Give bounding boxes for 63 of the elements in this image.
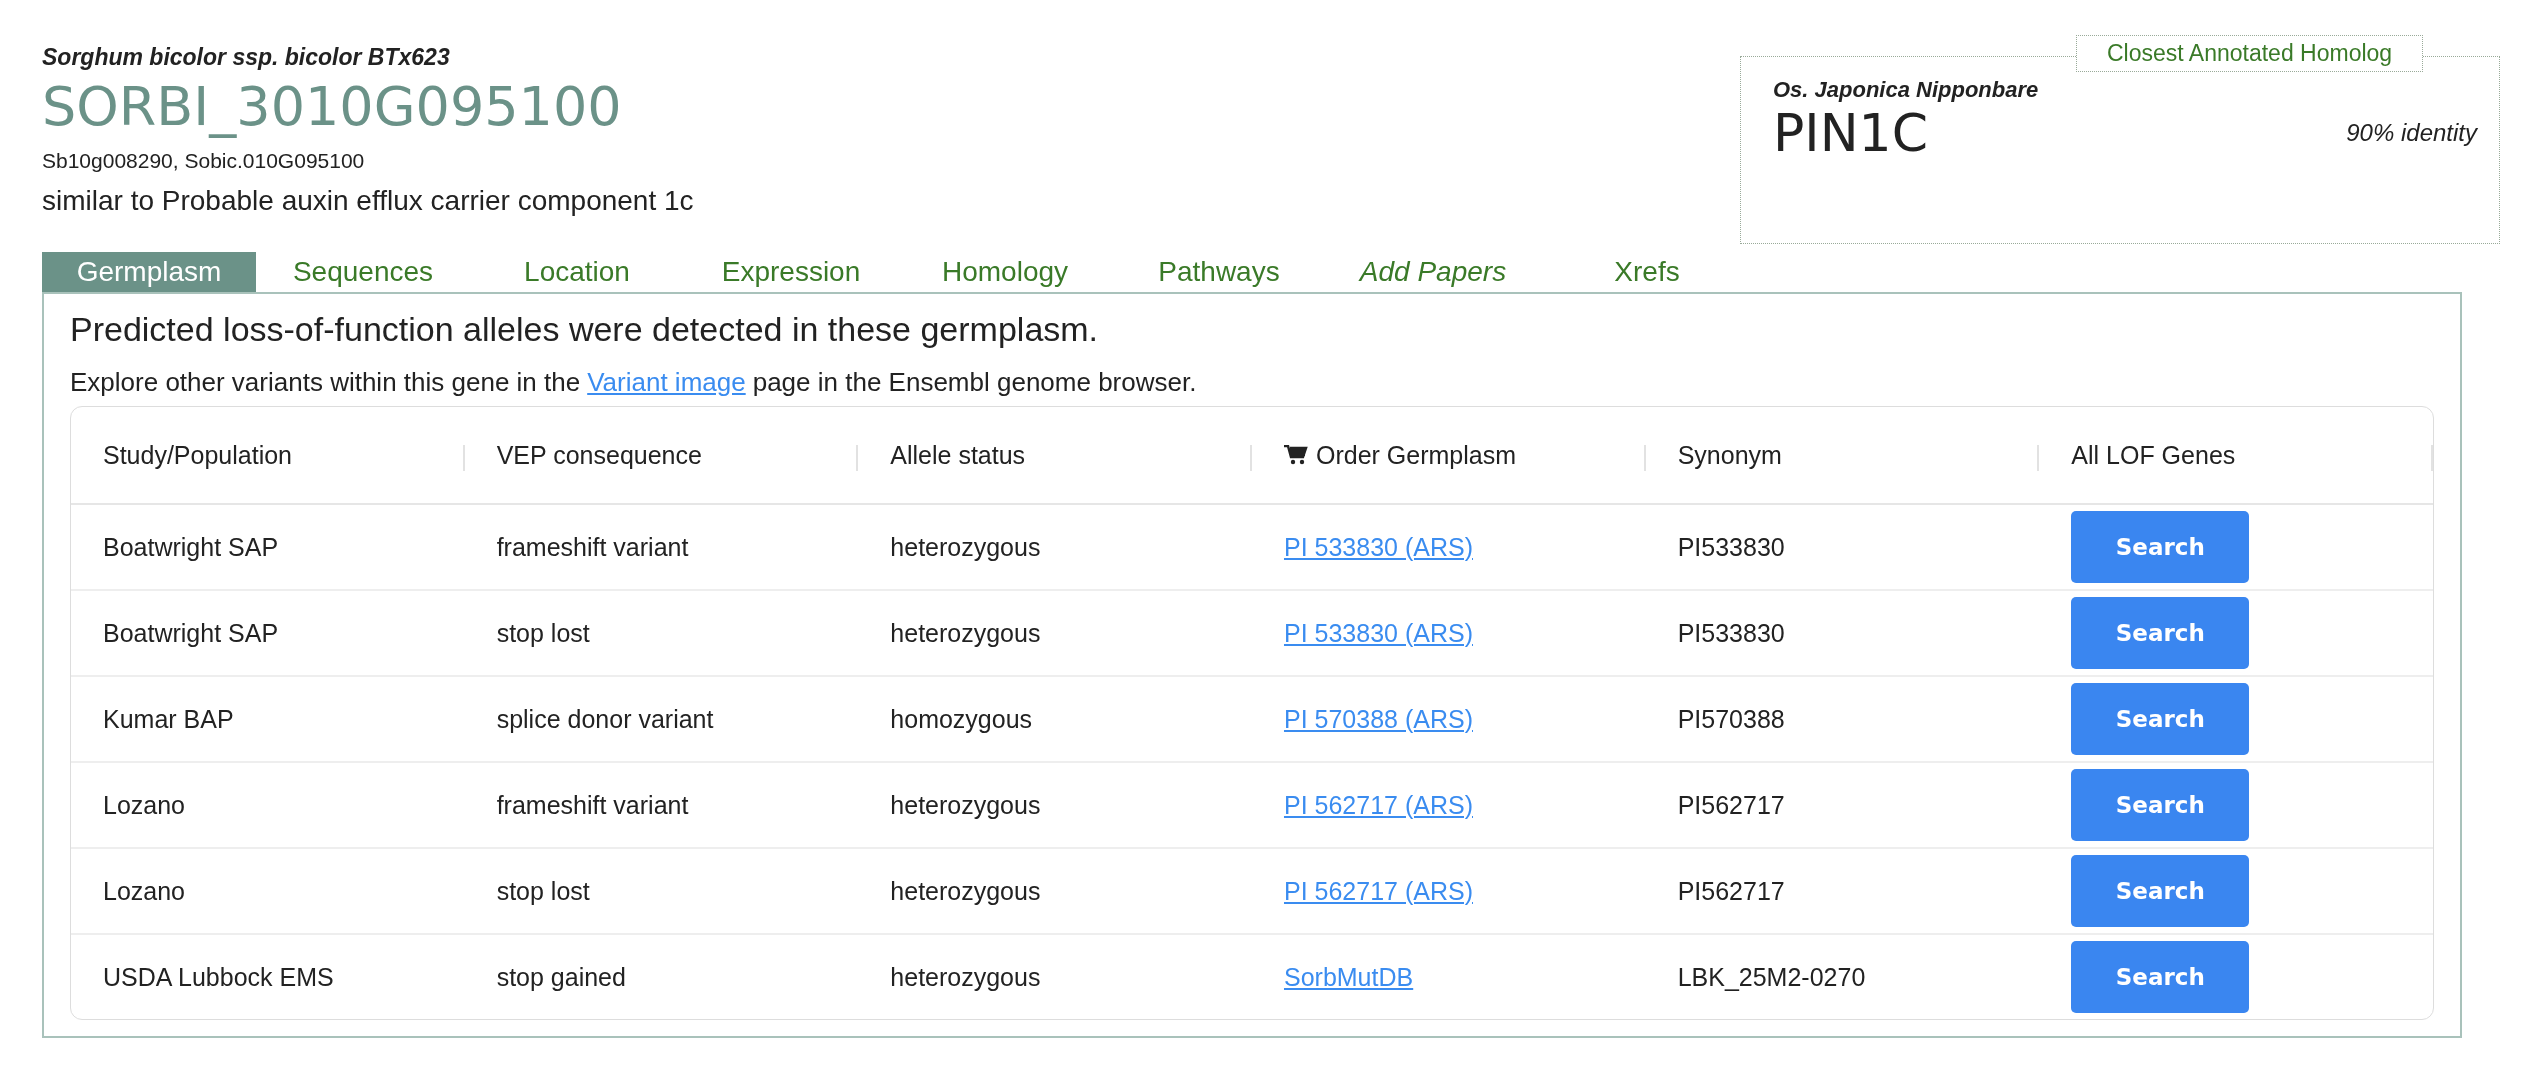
variant-image-link[interactable]: Variant image	[587, 367, 746, 398]
column-header[interactable]: Synonym	[1677, 440, 1782, 470]
table-cell: heterozygous	[890, 532, 1041, 561]
homolog-name: PIN1C	[1773, 103, 1928, 163]
search-button[interactable]: Search	[2071, 855, 2250, 927]
table-cell: Lozano	[103, 876, 186, 905]
order-link[interactable]: PI 533830 (ARS)	[1284, 618, 1473, 647]
table-cell: frameshift variant	[496, 790, 689, 819]
table-cell: Kumar BAP	[103, 704, 234, 733]
table-cell: Boatwright SAP	[103, 532, 279, 561]
table-cell: PI562717	[1677, 790, 1785, 819]
table-cell: frameshift variant	[496, 532, 689, 561]
table-cell: USDA Lubbock EMS	[103, 962, 334, 991]
table-cell: stop lost	[496, 876, 590, 905]
column-header[interactable]: Study/Population	[103, 440, 293, 470]
tab[interactable]: Add Papers	[1326, 252, 1540, 292]
column-header[interactable]: All LOF Genes	[2071, 440, 2236, 470]
tab[interactable]: Pathways	[1112, 252, 1326, 292]
table-cell: Boatwright SAP	[103, 618, 279, 647]
homolog-species: Os. Japonica Nipponbare	[1773, 77, 2040, 103]
search-button[interactable]: Search	[2071, 769, 2250, 841]
tab[interactable]: Location	[470, 252, 684, 292]
column-header[interactable]: Allele status	[890, 440, 1026, 470]
species-label: Sorghum bicolor ssp. bicolor BTx623	[42, 44, 451, 71]
table-cell: heterozygous	[890, 962, 1041, 991]
search-button[interactable]: Search	[2071, 683, 2250, 755]
search-button[interactable]: Search	[2071, 511, 2250, 583]
table-cell: PI533830	[1677, 532, 1785, 561]
gene-synonyms: Sb10g008290, Sobic.010G095100	[42, 149, 366, 173]
cart-icon	[1284, 445, 1308, 465]
table-cell: PI570388	[1677, 704, 1785, 733]
column-header[interactable]: VEP consequence	[496, 440, 702, 470]
table-cell: heterozygous	[890, 876, 1041, 905]
tab[interactable]: Germplasm	[42, 252, 256, 292]
order-link[interactable]: SorbMutDB	[1284, 962, 1414, 991]
panel-heading: Predicted loss-of-function alleles were detected in these germplasm.	[70, 309, 1100, 350]
homolog-legend: Closest Annotated Homolog	[2076, 35, 2424, 72]
column-header[interactable]: Order Germplasm	[1316, 440, 1517, 470]
tab[interactable]: Xrefs	[1540, 252, 1754, 292]
gene-id-title: SORBI_3010G095100	[42, 74, 623, 140]
table-cell: splice donor variant	[496, 704, 714, 733]
tab[interactable]: Homology	[898, 252, 1112, 292]
order-link[interactable]: PI 562717 (ARS)	[1284, 790, 1473, 819]
search-button[interactable]: Search	[2071, 941, 2250, 1013]
table-cell: Lozano	[103, 790, 186, 819]
table-cell: PI562717	[1677, 876, 1785, 905]
tab[interactable]: Expression	[684, 252, 898, 292]
order-link[interactable]: PI 562717 (ARS)	[1284, 876, 1473, 905]
order-link[interactable]: PI 533830 (ARS)	[1284, 532, 1473, 561]
table-cell: homozygous	[890, 704, 1033, 733]
identity-label: 90% identity	[2346, 119, 2477, 147]
table-cell: heterozygous	[890, 618, 1041, 647]
table-cell: heterozygous	[890, 790, 1041, 819]
tab[interactable]: Sequences	[256, 252, 470, 292]
table-cell: stop lost	[496, 618, 590, 647]
explore-text: page in the Ensembl genome browser.	[752, 367, 1197, 398]
table-cell: LBK_25M2-0270	[1677, 962, 1866, 991]
gene-description: similar to Probable auxin efflux carrier component 1c	[42, 185, 694, 217]
search-button[interactable]: Search	[2071, 597, 2250, 669]
explore-text: Explore other variants within this gene in the	[70, 367, 581, 398]
table-cell: stop gained	[496, 962, 626, 991]
table-cell: PI533830	[1677, 618, 1785, 647]
order-link[interactable]: PI 570388 (ARS)	[1284, 704, 1473, 733]
